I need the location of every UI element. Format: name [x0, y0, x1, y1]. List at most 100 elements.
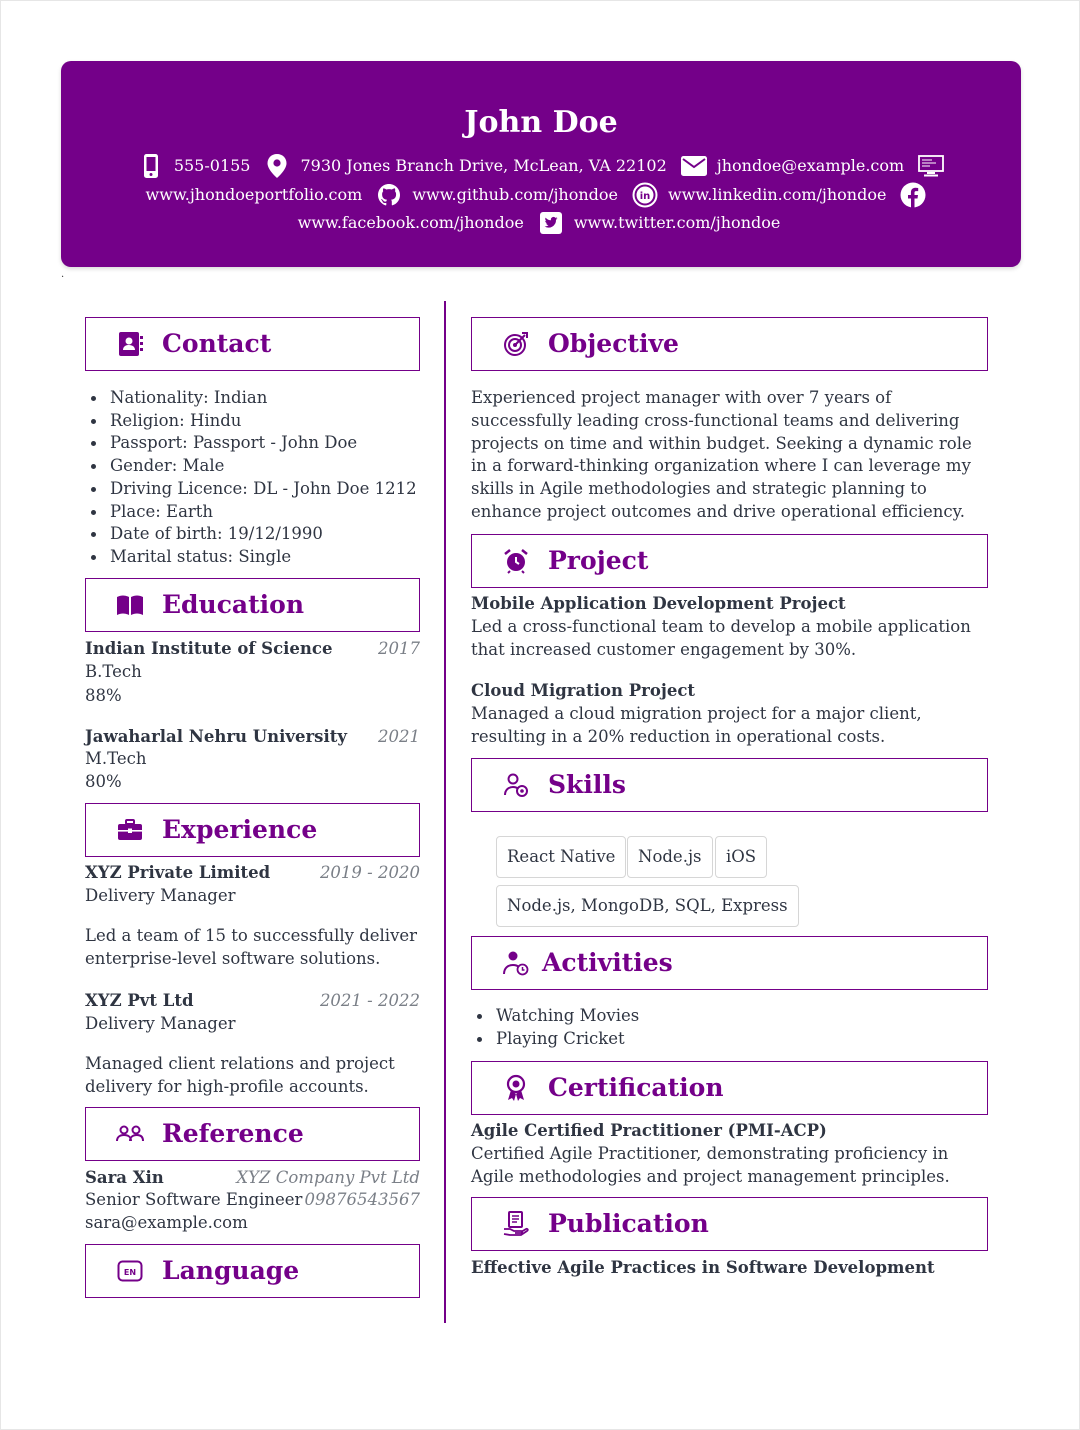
section-header-experience: Experience — [85, 803, 420, 857]
linkedin-link[interactable]: www.linkedin.com/jhondoe — [668, 184, 886, 206]
list-item: Place: Earth — [85, 501, 420, 524]
list-item: Religion: Hindu — [85, 410, 420, 433]
facebook-link[interactable]: www.facebook.com/jhondoe — [298, 212, 524, 234]
section-title-contact: Contact — [162, 329, 272, 358]
section-title-activities: Activities — [542, 948, 673, 977]
project-name: Mobile Application Development Project — [471, 594, 846, 613]
address-text: 7930 Jones Branch Drive, McLean, VA 2210… — [300, 156, 667, 175]
education-year: 2021 — [378, 727, 420, 746]
section-title-project: Project — [548, 546, 649, 575]
project-description: Managed a cloud migration project for a … — [471, 704, 922, 746]
experience-period: 2019 - 2020 — [319, 863, 420, 882]
activities-list: Watching Movies Playing Cricket — [471, 1005, 988, 1050]
contact-line-3: www.facebook.com/jhondoe www.twitter.com… — [61, 210, 1021, 236]
section-header-project: Project — [471, 534, 988, 588]
envelope-icon — [680, 153, 707, 179]
education-degree: B.Tech — [85, 662, 142, 681]
job-role: Delivery Manager — [85, 886, 236, 905]
skill-chip: iOS — [715, 836, 768, 878]
portfolio-link[interactable]: www.jhondoeportfolio.com — [146, 184, 363, 206]
section-header-activities: Activities — [471, 936, 988, 990]
section-header-education: Education — [85, 578, 420, 632]
reference-row: Sara Xin XYZ Company Pvt Ltd — [85, 1166, 420, 1189]
list-item: Playing Cricket — [471, 1028, 988, 1051]
contact-list: Nationality: Indian Religion: Hindu Pass… — [85, 387, 420, 569]
svg-text:EN: EN — [124, 1268, 136, 1277]
certification-description: Certified Agile Practitioner, demonstrat… — [471, 1144, 950, 1186]
section-header-skills: Skills — [471, 758, 988, 812]
hand-document-icon — [502, 1210, 530, 1238]
reference-phone: 09876543567 — [304, 1190, 420, 1209]
book-open-icon — [116, 591, 144, 619]
github-link[interactable]: www.github.com/jhondoe — [412, 184, 618, 206]
reference-row: Senior Software Engineer 09876543567 — [85, 1188, 420, 1211]
section-title-education: Education — [162, 590, 305, 619]
list-item: Driving Licence: DL - John Doe 1212 — [85, 478, 420, 501]
desktop-icon — [918, 153, 945, 179]
stray-dot: . — [61, 269, 65, 280]
list-item: Watching Movies — [471, 1005, 988, 1028]
users-icon — [116, 1120, 144, 1148]
section-header-contact: Contact — [85, 317, 420, 371]
section-header-objective: Objective — [471, 317, 988, 371]
email-link[interactable]: jhondoe@example.com — [717, 155, 904, 177]
reference-company: XYZ Company Pvt Ltd — [236, 1168, 420, 1187]
education-year: 2017 — [378, 639, 420, 658]
certification-name: Agile Certified Practitioner (PMI-ACP) — [471, 1121, 827, 1140]
experience-period: 2021 - 2022 — [319, 991, 420, 1010]
list-item: Nationality: Indian — [85, 387, 420, 410]
person-clock-icon — [502, 949, 530, 977]
briefcase-icon — [116, 816, 144, 844]
company-name: XYZ Private Limited — [85, 863, 271, 882]
address-book-icon — [116, 330, 144, 358]
svg-text:in: in — [640, 191, 651, 202]
phone-text: 555-0155 — [173, 156, 251, 175]
school-name: Jawaharlal Nehru University — [85, 727, 347, 746]
section-title-language: Language — [162, 1256, 300, 1285]
list-item: Date of birth: 19/12/1990 — [85, 523, 420, 546]
github-icon — [376, 182, 402, 208]
project-name: Cloud Migration Project — [471, 681, 696, 700]
map-marker-icon — [264, 153, 290, 179]
section-title-objective: Objective — [548, 329, 679, 358]
section-title-reference: Reference — [162, 1119, 304, 1148]
list-item: Marital status: Single — [85, 546, 420, 569]
section-title-certification: Certification — [548, 1073, 724, 1102]
mobile-phone-icon — [138, 153, 164, 179]
column-divider — [444, 301, 446, 1323]
experience-row: XYZ Private Limited 2019 - 2020 — [85, 861, 420, 884]
education-row: Indian Institute of Science 2017 — [85, 637, 420, 660]
twitter-icon — [538, 210, 564, 236]
list-item: Passport: Passport - John Doe — [85, 432, 420, 455]
job-description: Led a team of 15 to successfully deliver… — [85, 926, 418, 968]
award-ribbon-icon — [502, 1074, 530, 1102]
resume-header: John Doe 555-0155 7930 Jones Branch Driv… — [61, 61, 1021, 267]
education-score: 80% — [85, 772, 122, 791]
twitter-link[interactable]: www.twitter.com/jhondoe — [574, 212, 781, 234]
reference-name: Sara Xin — [85, 1168, 164, 1187]
skill-chip: Node.js, MongoDB, SQL, Express — [496, 885, 799, 927]
section-header-publication: Publication — [471, 1197, 988, 1251]
language-icon: EN — [116, 1257, 144, 1285]
education-row: Jawaharlal Nehru University 2021 — [85, 725, 420, 748]
candidate-name: John Doe — [464, 105, 618, 140]
skill-chip: React Native — [496, 836, 627, 878]
job-description: Managed client relations and project del… — [85, 1054, 395, 1096]
section-title-experience: Experience — [162, 815, 318, 844]
alarm-clock-icon — [502, 547, 530, 575]
section-header-reference: Reference — [85, 1107, 420, 1161]
facebook-icon — [900, 182, 926, 208]
skill-chip: Node.js — [627, 836, 713, 878]
section-header-certification: Certification — [471, 1061, 988, 1115]
project-description: Led a cross-functional team to develop a… — [471, 617, 971, 659]
user-gear-icon — [502, 771, 530, 799]
reference-role: Senior Software Engineer — [85, 1190, 303, 1209]
resume-page: John Doe 555-0155 7930 Jones Branch Driv… — [0, 0, 1080, 1430]
section-header-language: EN Language — [85, 1244, 420, 1298]
education-degree: M.Tech — [85, 749, 147, 768]
contact-line-1: 555-0155 7930 Jones Branch Drive, McLean… — [61, 153, 1021, 179]
list-item: Gender: Male — [85, 455, 420, 478]
contact-line-2: www.jhondoeportfolio.com www.github.com/… — [61, 182, 1021, 208]
section-title-skills: Skills — [548, 770, 626, 799]
reference-email[interactable]: sara@example.com — [85, 1211, 248, 1234]
